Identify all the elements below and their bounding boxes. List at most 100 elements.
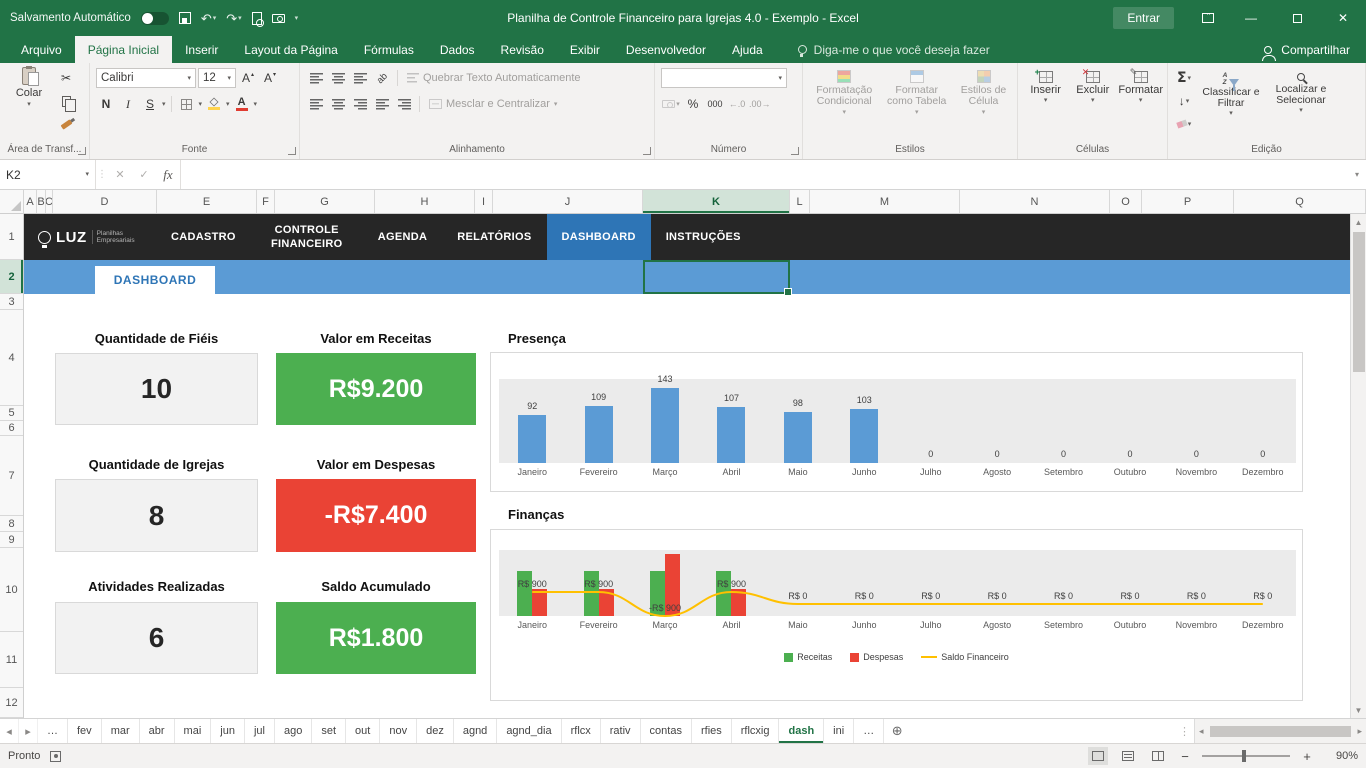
increase-decimal-icon[interactable]: ←.0 <box>727 94 747 114</box>
ribbon-tab-revisao[interactable]: Revisão <box>488 36 557 63</box>
presenca-bar-abril[interactable] <box>717 407 745 463</box>
comma-style-icon[interactable]: 000 <box>705 94 725 114</box>
name-box[interactable]: K2 ▾ <box>0 160 96 189</box>
column-header-L[interactable]: L <box>790 190 810 213</box>
autosum-icon[interactable]: Σ▾ <box>1174 68 1194 88</box>
find-select-button[interactable]: Localizar e Selecionar ▾ <box>1268 67 1334 114</box>
sort-filter-button[interactable]: AZ Classificar e Filtrar ▾ <box>1198 67 1264 117</box>
column-header-F[interactable]: F <box>257 190 275 213</box>
receitas-bar-janeiro[interactable] <box>517 571 532 616</box>
column-header-D[interactable]: D <box>53 190 157 213</box>
underline-button[interactable]: S <box>140 94 160 114</box>
ribbon-tab-ajuda[interactable]: Ajuda <box>719 36 776 63</box>
sheet-tab-dez[interactable]: dez <box>417 719 454 743</box>
format-as-table-button[interactable]: Formatar como Tabela ▾ <box>883 67 950 116</box>
scroll-right-icon[interactable]: ▸ <box>1353 726 1366 737</box>
camera-icon[interactable] <box>272 14 285 23</box>
column-header-H[interactable]: H <box>375 190 475 213</box>
undo-icon[interactable]: ↶▾ <box>201 12 216 25</box>
column-header-C[interactable]: C <box>46 190 53 213</box>
font-color-icon[interactable]: A <box>232 94 252 114</box>
decrease-decimal-icon[interactable]: .00→ <box>749 94 771 114</box>
row-header-8[interactable]: 8 <box>0 516 23 532</box>
row-header-10[interactable]: 10 <box>0 548 23 632</box>
financas-chart[interactable]: R$ 900JaneiroR$ 900Fevereiro-R$ 900Março… <box>490 529 1303 701</box>
row-header-4[interactable]: 4 <box>0 310 23 406</box>
cancel-icon[interactable]: ✕ <box>108 160 132 189</box>
sheet-tab-set[interactable]: set <box>312 719 346 743</box>
enter-icon[interactable]: ✓ <box>132 160 156 189</box>
ribbon-tab-pagina-inicial[interactable]: Página Inicial <box>75 36 172 63</box>
ribbon-tab-arquivo[interactable]: Arquivo <box>8 36 75 63</box>
fill-color-icon[interactable] <box>204 94 224 114</box>
presenca-bar-fevereiro[interactable] <box>585 406 613 463</box>
horizontal-scroll-thumb[interactable] <box>1210 726 1352 737</box>
column-header-M[interactable]: M <box>810 190 960 213</box>
ribbon-display-options-icon[interactable] <box>1202 13 1214 23</box>
column-header-Q[interactable]: Q <box>1234 190 1366 213</box>
format-cells-button[interactable]: ✎ Formatar ▾ <box>1118 67 1163 104</box>
vertical-scrollbar[interactable]: ▲ ▼ <box>1350 214 1366 718</box>
increase-indent-icon[interactable] <box>394 94 414 114</box>
tabs-scroll-left-icon[interactable]: ◂ <box>0 719 19 743</box>
vertical-scroll-thumb[interactable] <box>1353 232 1365 372</box>
row-header-1[interactable]: 1 <box>0 214 23 260</box>
increase-font-size-icon[interactable]: ▴ <box>238 68 258 88</box>
ribbon-tab-exibir[interactable]: Exibir <box>557 36 613 63</box>
zoom-out-icon[interactable]: − <box>1178 749 1192 764</box>
print-preview-icon[interactable] <box>252 12 262 25</box>
copy-icon[interactable] <box>56 91 76 111</box>
receitas-bar-fevereiro[interactable] <box>584 571 599 616</box>
horizontal-scrollbar[interactable]: ◂ ▸ <box>1194 719 1366 743</box>
format-painter-icon[interactable] <box>56 114 76 134</box>
page-layout-view-icon[interactable] <box>1118 747 1138 765</box>
scroll-up-icon[interactable]: ▲ <box>1355 214 1363 230</box>
row-header-3[interactable]: 3 <box>0 294 23 310</box>
selected-cell-K2[interactable] <box>643 260 790 294</box>
row-header-6[interactable]: 6 <box>0 421 23 436</box>
clear-icon[interactable]: ▾ <box>1174 114 1194 134</box>
row-header-2[interactable]: 2 <box>0 260 23 294</box>
merge-center-button[interactable]: Mesclar e Centralizar▾ <box>425 98 561 110</box>
despesas-bar-abril[interactable] <box>731 589 746 616</box>
new-sheet-icon[interactable]: ⊕ <box>884 719 910 743</box>
tabs-scroll-right-icon[interactable]: ▸ <box>19 719 38 743</box>
receitas-bar-abril[interactable] <box>716 571 731 616</box>
sheet-tab-out[interactable]: out <box>346 719 380 743</box>
align-top-icon[interactable] <box>306 68 326 88</box>
column-header-K[interactable]: K <box>643 190 790 213</box>
sheet-tab-mar[interactable]: mar <box>102 719 140 743</box>
sheet-tab-agnd-dia[interactable]: agnd_dia <box>497 719 561 743</box>
decrease-font-size-icon[interactable]: ▾ <box>260 68 280 88</box>
column-header-E[interactable]: E <box>157 190 257 213</box>
macro-record-icon[interactable] <box>50 751 61 762</box>
sheet-tab-mai[interactable]: mai <box>175 719 212 743</box>
sheet-tab-rativ[interactable]: rativ <box>601 719 641 743</box>
ribbon-tab-dados[interactable]: Dados <box>427 36 488 63</box>
column-header-O[interactable]: O <box>1110 190 1142 213</box>
orientation-icon[interactable] <box>372 68 392 88</box>
normal-view-icon[interactable] <box>1088 747 1108 765</box>
tell-me-search[interactable]: Diga-me o que você deseja fazer <box>798 36 990 63</box>
sheet-tab-rflcx[interactable]: rflcx <box>562 719 601 743</box>
insert-cells-button[interactable]: + Inserir ▾ <box>1024 67 1067 104</box>
sheet-tab-nov[interactable]: nov <box>380 719 417 743</box>
ribbon-tab-formulas[interactable]: Fórmulas <box>351 36 427 63</box>
column-header-P[interactable]: P <box>1142 190 1234 213</box>
despesas-bar-fevereiro[interactable] <box>599 589 614 616</box>
sheet-tab-rfies[interactable]: rfies <box>692 719 732 743</box>
align-middle-icon[interactable] <box>328 68 348 88</box>
conditional-formatting-button[interactable]: Formatação Condicional ▾ <box>809 67 879 116</box>
sheet-tab-agnd[interactable]: agnd <box>454 719 497 743</box>
nav-item-controle-financeiro[interactable]: CONTROLE FINANCEIRO <box>251 214 363 260</box>
select-all-corner[interactable] <box>0 190 24 213</box>
font-name-select[interactable]: Calibri▾ <box>96 68 196 88</box>
zoom-slider[interactable] <box>1202 755 1290 757</box>
sheet-tab-jun[interactable]: jun <box>211 719 245 743</box>
nav-item-agenda[interactable]: AGENDA <box>363 214 442 260</box>
share-button[interactable]: Compartilhar <box>1264 36 1366 63</box>
formula-input[interactable] <box>180 160 1348 189</box>
bold-button[interactable]: N <box>96 94 116 114</box>
column-header-A[interactable]: A <box>24 190 37 213</box>
accounting-format-icon[interactable]: ▾ <box>661 94 681 114</box>
